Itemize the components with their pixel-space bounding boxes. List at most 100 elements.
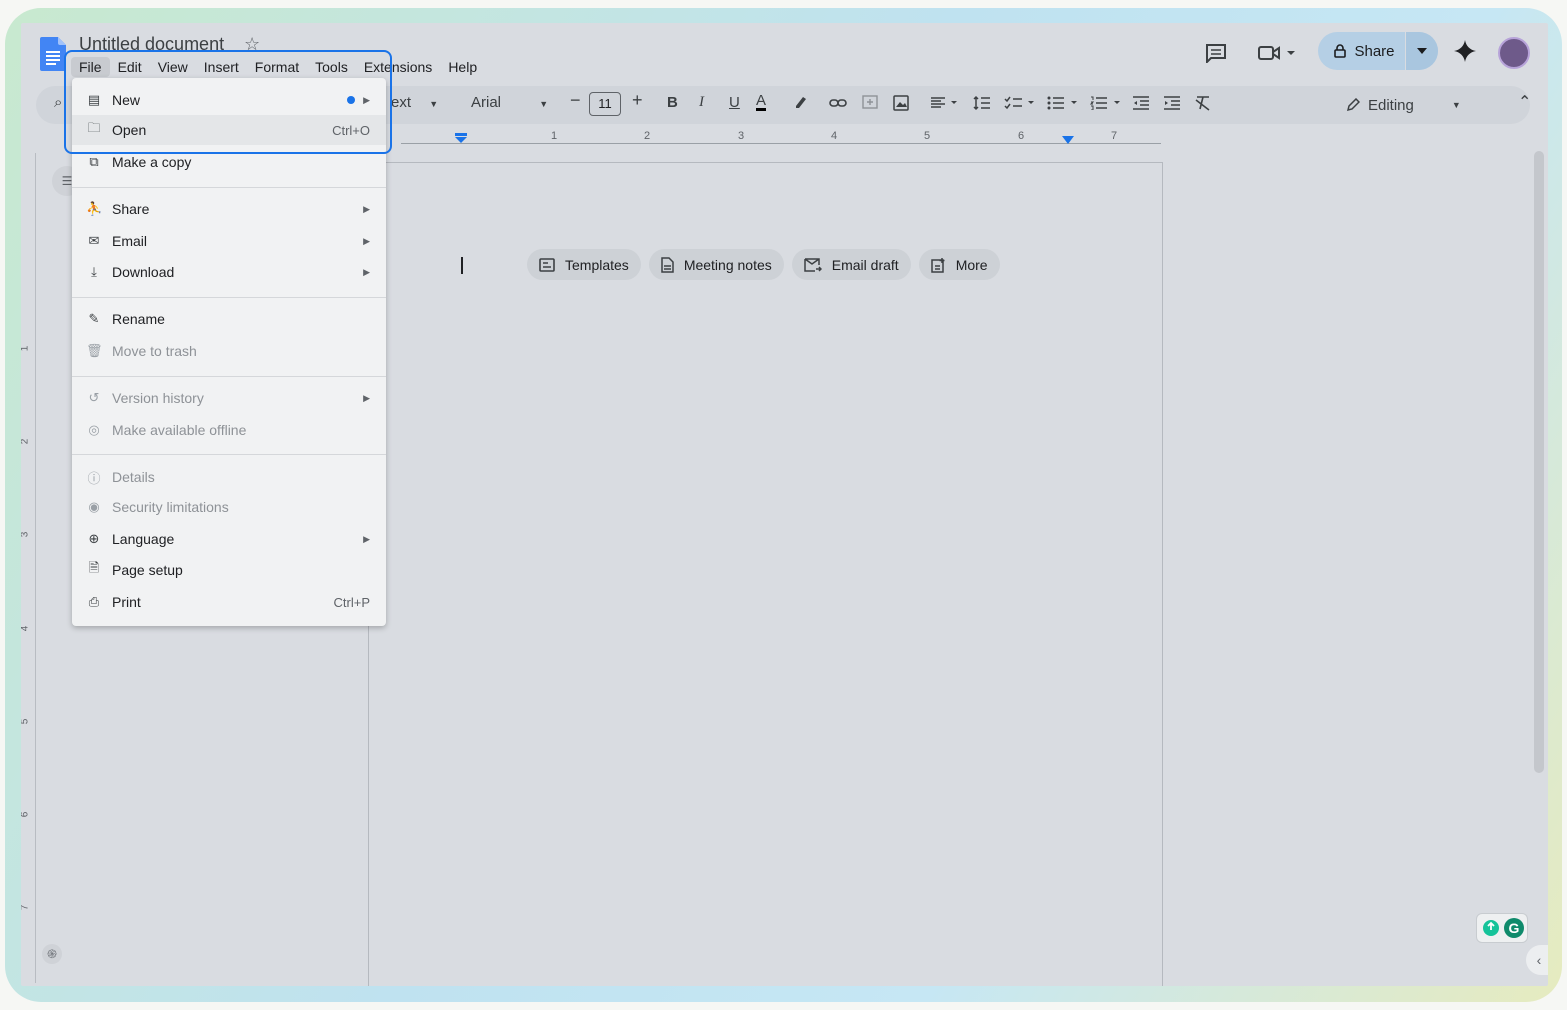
- file-menu-version-history[interactable]: ↺ Version history ▶: [72, 383, 386, 413]
- ruler-number: 7: [21, 905, 30, 911]
- search-menus-icon[interactable]: ⌕: [54, 94, 62, 111]
- menu-view[interactable]: View: [150, 57, 196, 77]
- menu-item-label: Make a copy: [112, 154, 192, 170]
- increase-indent-icon[interactable]: [1164, 96, 1180, 110]
- file-menu-download[interactable]: ⤓ Download ▶: [72, 257, 386, 287]
- text-color-icon[interactable]: A: [756, 93, 767, 111]
- submenu-arrow-icon: ▶: [363, 235, 370, 246]
- menu-format[interactable]: Format: [247, 57, 307, 77]
- link-icon[interactable]: [829, 97, 847, 109]
- file-menu-rename[interactable]: ✎ Rename: [72, 304, 386, 334]
- star-icon[interactable]: ☆: [244, 34, 260, 55]
- font-label: Arial: [471, 94, 502, 111]
- ruler-number: 3: [738, 130, 745, 142]
- file-menu-new[interactable]: ▤ New ▶: [72, 85, 386, 115]
- share-dropdown-button[interactable]: [1405, 32, 1438, 70]
- templates-chip[interactable]: Templates: [527, 249, 641, 280]
- grammarly-widget[interactable]: G: [1476, 913, 1528, 943]
- lock-icon: [1334, 44, 1347, 58]
- menu-separator: [72, 297, 386, 298]
- comments-icon[interactable]: [1205, 43, 1227, 63]
- align-icon[interactable]: [931, 97, 959, 109]
- menu-item-label: Open: [112, 122, 147, 138]
- underline-icon[interactable]: U: [729, 94, 740, 111]
- ruler-number: 6: [1018, 130, 1025, 142]
- menu-item-label: Page setup: [112, 562, 183, 578]
- file-menu-print[interactable]: ⎙ Print Ctrl+P: [72, 587, 386, 617]
- side-panel-toggle-icon[interactable]: ‹: [1526, 945, 1548, 975]
- line-spacing-icon[interactable]: [973, 95, 991, 111]
- menu-file[interactable]: File: [71, 57, 110, 77]
- docs-logo-icon[interactable]: [40, 37, 66, 71]
- file-menu-email[interactable]: ✉ Email ▶: [72, 226, 386, 256]
- account-avatar[interactable]: [1498, 37, 1530, 69]
- folder-icon: 🗀: [87, 120, 101, 135]
- file-menu-open[interactable]: 🗀 Open Ctrl+O: [72, 115, 386, 145]
- text-cursor: [461, 257, 463, 274]
- document-title[interactable]: Untitled document: [79, 34, 224, 55]
- pencil-icon: [1346, 98, 1360, 112]
- collapse-toolbar-icon[interactable]: ⌃: [1518, 92, 1531, 112]
- file-menu-make-a-copy[interactable]: ⧉ Make a copy: [72, 147, 386, 177]
- menu-tools[interactable]: Tools: [307, 57, 356, 77]
- editing-mode-dropdown[interactable]: Editing ▼: [1346, 92, 1496, 118]
- ruler-number: 2: [644, 130, 651, 142]
- vertical-ruler[interactable]: 1 2 3 4 5 6 7: [21, 153, 36, 983]
- meet-video-icon[interactable]: [1257, 43, 1297, 63]
- ruler-number: 5: [21, 719, 30, 725]
- menu-item-label: Download: [112, 264, 175, 280]
- menu-item-shortcut: Ctrl+O: [332, 122, 370, 138]
- paragraph-style-dropdown[interactable]: ext ▼: [391, 94, 438, 111]
- menu-help[interactable]: Help: [440, 57, 485, 77]
- menu-edit[interactable]: Edit: [110, 57, 150, 77]
- font-size-input[interactable]: 11: [589, 92, 621, 116]
- decrease-font-size-icon[interactable]: −: [570, 90, 581, 111]
- file-menu-security-limitations[interactable]: ◉ Security limitations: [72, 492, 386, 522]
- menu-item-shortcut: Ctrl+P: [333, 594, 370, 610]
- caret-down-icon: [1417, 48, 1427, 54]
- menu-extensions[interactable]: Extensions: [356, 57, 440, 77]
- gemini-sparkle-icon[interactable]: [1454, 40, 1476, 62]
- file-menu-share[interactable]: ⛹ Share ▶: [72, 194, 386, 224]
- file-menu-move-to-trash[interactable]: 🗑 Move to trash: [72, 336, 386, 366]
- font-dropdown[interactable]: Arial ▼: [471, 94, 548, 111]
- menubar: File Edit View Insert Format Tools Exten…: [71, 57, 485, 77]
- ruler-number: 2: [21, 439, 30, 445]
- italic-icon[interactable]: I: [699, 94, 704, 111]
- menu-item-label: Move to trash: [112, 343, 197, 359]
- add-comment-icon[interactable]: [862, 95, 878, 111]
- menu-separator: [72, 376, 386, 377]
- left-indent-marker-icon[interactable]: [455, 133, 467, 143]
- submenu-arrow-icon: ▶: [363, 266, 370, 277]
- increase-font-size-icon[interactable]: +: [632, 90, 643, 111]
- person-add-icon: ⛹: [86, 201, 103, 216]
- more-chip[interactable]: More: [918, 249, 1000, 280]
- share-button[interactable]: Share: [1318, 32, 1438, 70]
- menu-item-label: Version history: [112, 390, 204, 406]
- vertical-scrollbar[interactable]: [1534, 151, 1544, 773]
- info-icon: ⓘ: [87, 470, 101, 486]
- right-indent-marker-icon[interactable]: [1062, 136, 1074, 144]
- file-menu-language[interactable]: ⊕ Language ▶: [72, 524, 386, 554]
- menu-item-label: Make available offline: [112, 422, 247, 438]
- file-menu-details[interactable]: ⓘ Details: [72, 462, 386, 492]
- clear-formatting-icon[interactable]: [1195, 95, 1211, 111]
- meeting-notes-chip[interactable]: Meeting notes: [648, 249, 784, 280]
- caret-down-icon: ▼: [539, 99, 549, 109]
- bold-icon[interactable]: B: [667, 94, 678, 111]
- bulleted-list-icon[interactable]: [1047, 96, 1079, 110]
- decrease-indent-icon[interactable]: [1133, 96, 1149, 110]
- highlight-pen-icon[interactable]: [793, 95, 807, 111]
- menu-insert[interactable]: Insert: [196, 57, 247, 77]
- checklist-icon[interactable]: [1004, 96, 1036, 110]
- document-page[interactable]: [368, 162, 1163, 986]
- email-draft-chip[interactable]: Email draft: [791, 249, 911, 280]
- file-menu-page-setup[interactable]: 🗎 Page setup: [72, 555, 386, 585]
- insert-image-icon[interactable]: [893, 95, 909, 111]
- file-menu-make-available-offline[interactable]: ◎ Make available offline: [72, 415, 386, 445]
- more-icon: [930, 257, 945, 273]
- ruler-number: 7: [1111, 130, 1118, 142]
- fingerprint-icon[interactable]: ֍: [42, 944, 62, 964]
- numbered-list-icon[interactable]: [1090, 96, 1122, 110]
- ruler-line: [401, 143, 1161, 144]
